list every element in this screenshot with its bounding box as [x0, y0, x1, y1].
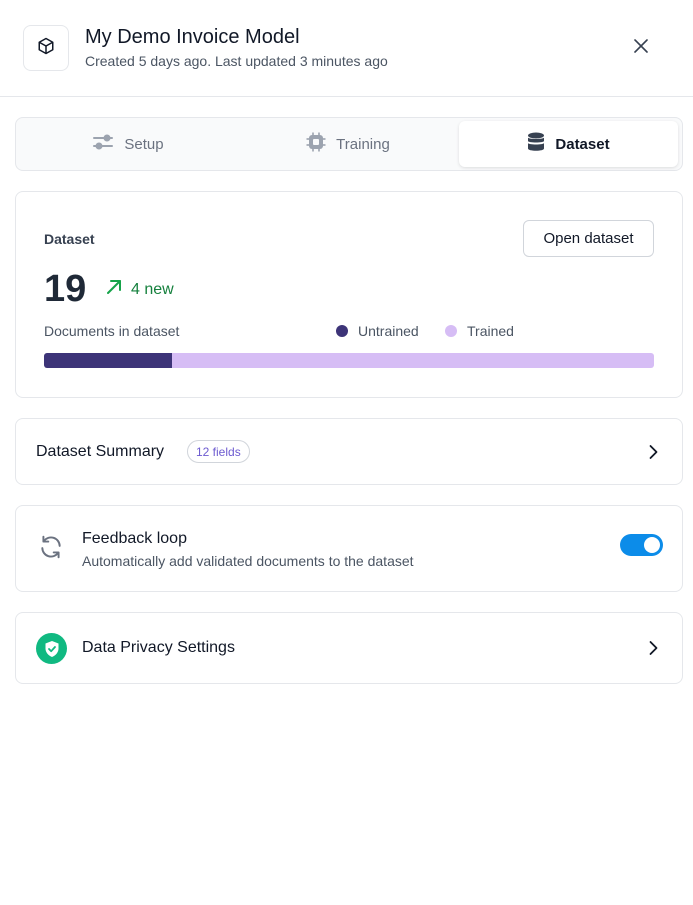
- tab-training-label: Training: [336, 135, 390, 153]
- feedback-loop-toggle[interactable]: [620, 534, 663, 556]
- legend-trained-label: Trained: [467, 323, 514, 339]
- training-progress-bar: [44, 353, 654, 368]
- untrained-dot: [336, 325, 348, 337]
- feedback-loop-description: Automatically add validated documents to…: [82, 553, 414, 569]
- modal-header: My Demo Invoice Model Created 5 days ago…: [0, 0, 693, 97]
- dataset-card: Dataset Open dataset 19 4 new Documents …: [15, 191, 683, 398]
- new-documents-label: 4 new: [131, 280, 174, 298]
- tab-dataset[interactable]: Dataset: [459, 121, 678, 167]
- data-privacy-row[interactable]: Data Privacy Settings: [15, 612, 683, 684]
- sliders-icon: [92, 134, 114, 154]
- feedback-loop-row: Feedback loop Automatically add validate…: [15, 505, 683, 592]
- document-count: 19: [44, 268, 87, 310]
- tab-bar: Setup Training Dataset: [15, 117, 683, 171]
- legend-trained: Trained: [445, 323, 514, 339]
- close-icon: [634, 38, 648, 58]
- trained-dot: [445, 325, 457, 337]
- new-documents-indicator: 4 new: [105, 278, 174, 301]
- documents-label: Documents in dataset: [44, 323, 180, 339]
- tab-training[interactable]: Training: [237, 121, 459, 167]
- chevron-right-icon: [649, 641, 658, 656]
- dataset-summary-row[interactable]: Dataset Summary 12 fields: [15, 418, 683, 485]
- close-button[interactable]: [628, 35, 654, 61]
- chevron-right-icon: [649, 444, 658, 459]
- refresh-icon: [38, 534, 64, 565]
- chip-icon: [306, 132, 326, 156]
- feedback-loop-title: Feedback loop: [82, 530, 187, 547]
- data-privacy-label: Data Privacy Settings: [82, 639, 235, 656]
- database-icon: [527, 132, 545, 156]
- fields-count-badge: 12 fields: [187, 440, 250, 463]
- cube-icon: [37, 37, 55, 60]
- legend-untrained-label: Untrained: [358, 323, 419, 339]
- untrained-segment: [44, 353, 173, 368]
- tab-dataset-label: Dataset: [555, 135, 610, 153]
- trained-segment: [172, 353, 654, 368]
- open-dataset-button[interactable]: Open dataset: [523, 220, 654, 257]
- dataset-summary-label: Dataset Summary: [36, 443, 165, 460]
- toggle-knob: [644, 537, 660, 553]
- legend-untrained: Untrained: [336, 323, 419, 339]
- shield-check-icon: [36, 633, 67, 664]
- dataset-heading: Dataset: [44, 231, 95, 247]
- tab-setup[interactable]: Setup: [19, 121, 237, 167]
- tab-setup-label: Setup: [124, 135, 164, 153]
- page-subtitle: Created 5 days ago. Last updated 3 minut…: [85, 53, 388, 69]
- arrow-up-right-icon: [105, 278, 123, 301]
- model-logo: [23, 25, 69, 71]
- page-title: My Demo Invoice Model: [85, 26, 300, 48]
